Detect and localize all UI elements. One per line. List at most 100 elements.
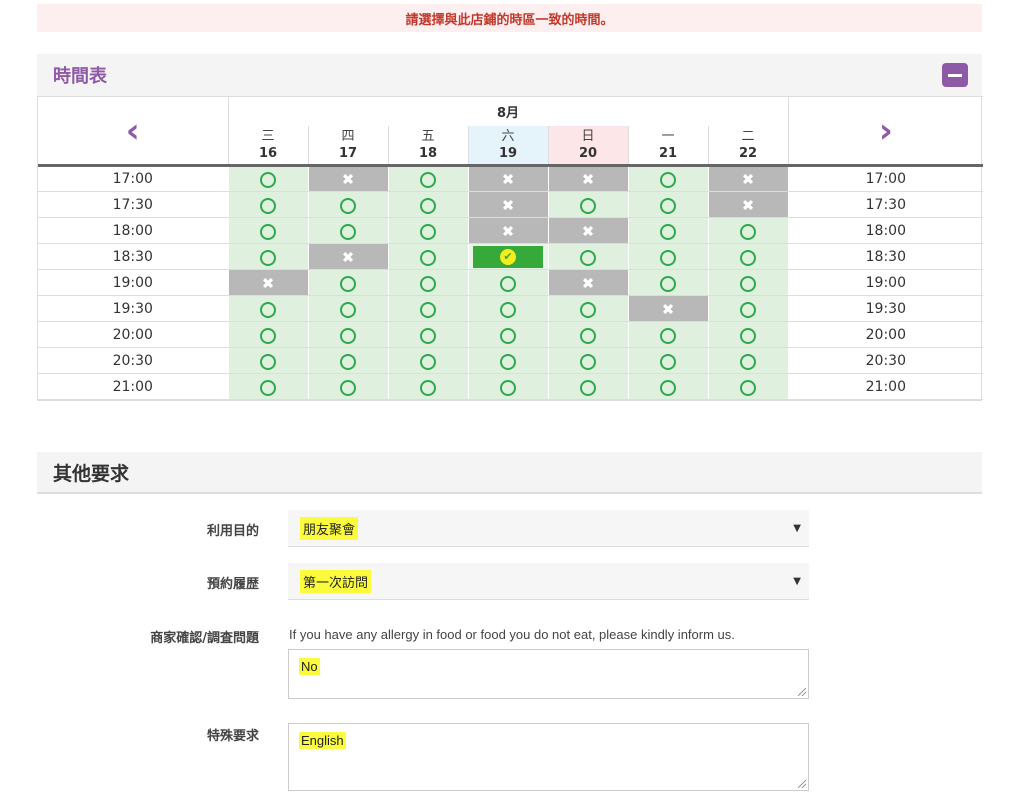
slot-available[interactable]: [307, 217, 389, 244]
slot-available[interactable]: [307, 191, 389, 218]
slot-full: ✖: [547, 217, 629, 244]
resize-handle-icon[interactable]: [798, 780, 806, 788]
slot-available[interactable]: [227, 217, 309, 244]
time-label: 17:30: [38, 191, 228, 218]
slot-available[interactable]: [387, 373, 469, 400]
time-row: 19:00 ✖ ✖ 19:00: [38, 269, 984, 296]
slot-available[interactable]: [707, 217, 789, 244]
slot-available[interactable]: [547, 191, 629, 218]
slot-available[interactable]: [387, 165, 469, 192]
collapse-button[interactable]: [942, 63, 968, 87]
timetable-header: 時間表: [37, 54, 982, 96]
slot-available[interactable]: [627, 347, 709, 374]
time-row: 17:30 ✖ ✖ 17:30: [38, 191, 984, 218]
slot-available[interactable]: [627, 191, 709, 218]
circle-icon: [340, 301, 356, 318]
slot-available[interactable]: [467, 373, 549, 400]
slot-available[interactable]: [547, 295, 629, 322]
slot-available[interactable]: [547, 321, 629, 348]
slot-available[interactable]: [467, 269, 549, 296]
slot-available[interactable]: [387, 321, 469, 348]
purpose-select[interactable]: 朋友聚會 ▼: [288, 510, 809, 547]
slot-available[interactable]: [307, 269, 389, 296]
slot-available[interactable]: [627, 269, 709, 296]
question-textarea[interactable]: No: [288, 649, 809, 699]
slot-available[interactable]: [467, 321, 549, 348]
day-weekday: 三: [261, 128, 275, 144]
slot-available[interactable]: [707, 321, 789, 348]
special-request-textarea[interactable]: English: [288, 723, 809, 791]
slot-available[interactable]: [227, 373, 309, 400]
slot-available[interactable]: [227, 321, 309, 348]
day-header: 二 22: [707, 125, 789, 167]
circle-icon: [420, 327, 436, 344]
circle-icon: [580, 353, 596, 370]
slot-available[interactable]: [467, 347, 549, 374]
slot-available[interactable]: [387, 243, 469, 270]
slot-available[interactable]: [227, 295, 309, 322]
cross-icon: ✖: [501, 170, 515, 189]
day-weekday: 二: [741, 128, 755, 144]
slot-available[interactable]: [707, 347, 789, 374]
slot-available[interactable]: [627, 373, 709, 400]
timetable-grid: ‹ 8月 › 三 16 四 17 五 18 六 19 日 20 一 21 二 22 17:00 ✖ ✖ ✖ ✖ 17…: [38, 96, 984, 400]
circle-icon: [260, 223, 276, 240]
circle-icon: [420, 197, 436, 214]
slot-available[interactable]: [627, 321, 709, 348]
resize-handle-icon[interactable]: [798, 688, 806, 696]
slot-available[interactable]: [387, 191, 469, 218]
circle-icon: [660, 249, 676, 266]
circle-icon: [660, 379, 676, 396]
slot-available[interactable]: [307, 321, 389, 348]
slot-available[interactable]: [707, 269, 789, 296]
slot-available[interactable]: [387, 295, 469, 322]
chevron-right-icon[interactable]: ›: [879, 111, 893, 151]
slot-available[interactable]: [227, 347, 309, 374]
slot-available[interactable]: [627, 165, 709, 192]
slot-available[interactable]: [707, 373, 789, 400]
slot-available[interactable]: [227, 243, 309, 270]
day-date: 22: [738, 145, 758, 161]
circle-icon: [660, 327, 676, 344]
circle-icon: [740, 327, 757, 344]
slot-available[interactable]: [387, 217, 469, 244]
special-label: 特殊要求: [206, 729, 259, 744]
day-weekday: 日: [581, 128, 595, 144]
circle-icon: [740, 379, 757, 396]
slot-full: ✖: [467, 165, 549, 192]
slot-available[interactable]: [227, 165, 309, 192]
slot-full: ✖: [467, 191, 549, 218]
slot-available[interactable]: [627, 243, 709, 270]
minus-icon: [948, 73, 962, 77]
circle-icon: [660, 197, 676, 214]
slot-full: ✖: [307, 165, 389, 192]
slot-available[interactable]: [547, 347, 629, 374]
history-select[interactable]: 第一次訪問 ▼: [288, 563, 809, 600]
circle-icon: [260, 249, 276, 266]
chevron-left-icon[interactable]: ‹: [126, 111, 140, 151]
timetable: ‹ 8月 › 三 16 四 17 五 18 六 19 日 20 一 21 二 22 17:00 ✖ ✖ ✖ ✖ 17…: [37, 96, 984, 401]
slot-available[interactable]: [467, 295, 549, 322]
slot-available[interactable]: [707, 295, 789, 322]
circle-icon: [340, 197, 356, 214]
circle-icon: [580, 197, 596, 214]
slot-available[interactable]: [387, 269, 469, 296]
slot-available[interactable]: [547, 243, 629, 270]
cross-icon: ✖: [261, 274, 275, 293]
slot-available[interactable]: [307, 373, 389, 400]
time-label: 20:30: [38, 347, 228, 374]
time-label: 18:30: [787, 243, 984, 270]
circle-icon: [260, 197, 276, 214]
slot-available[interactable]: [227, 191, 309, 218]
circle-icon: [260, 327, 276, 344]
slot-available[interactable]: [707, 243, 789, 270]
slot-available[interactable]: [387, 347, 469, 374]
circle-icon: [740, 301, 757, 318]
slot-available[interactable]: [307, 347, 389, 374]
slot-selected[interactable]: ✔: [467, 243, 549, 270]
question-hint: If you have any allergy in food or food …: [289, 627, 735, 642]
slot-available[interactable]: [627, 217, 709, 244]
slot-available[interactable]: [307, 295, 389, 322]
slot-available[interactable]: [547, 373, 629, 400]
circle-icon: [420, 301, 436, 318]
